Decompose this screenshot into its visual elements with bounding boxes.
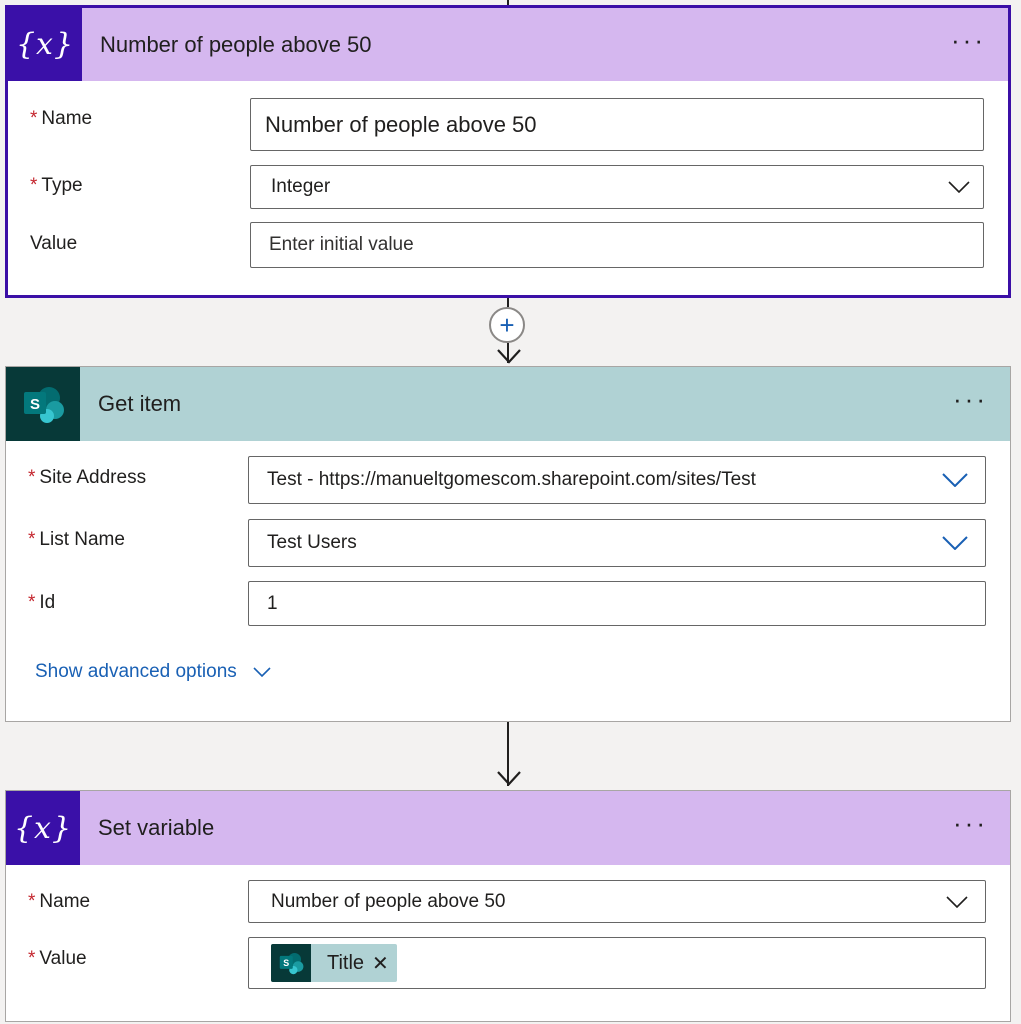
name-dropdown-value: Number of people above 50 bbox=[271, 890, 506, 912]
label-text: Value bbox=[39, 948, 87, 969]
svg-text:S: S bbox=[30, 396, 40, 413]
remove-token-icon[interactable]: ✕ bbox=[372, 951, 397, 976]
label-text: Type bbox=[41, 175, 83, 196]
value-label: Value bbox=[30, 233, 78, 254]
id-value: 1 bbox=[267, 592, 278, 614]
card-header[interactable]: S Get item ··· bbox=[6, 367, 1010, 441]
get-item-card[interactable]: S Get item ··· * Site Address Test - http… bbox=[5, 366, 1011, 722]
svg-text:S: S bbox=[283, 958, 289, 968]
sharepoint-icon: S bbox=[6, 367, 80, 441]
value-input[interactable]: S Title ✕ bbox=[248, 937, 986, 989]
set-variable-card[interactable]: {x} Set variable ··· * Name Number of peo… bbox=[5, 790, 1011, 1022]
connector-line bbox=[507, 298, 509, 307]
site-address-label: * Site Address bbox=[28, 467, 146, 489]
site-address-dropdown[interactable]: Test - https://manueltgomescom.sharepoin… bbox=[248, 456, 986, 504]
name-label: * Name bbox=[30, 108, 92, 130]
label-text: Name bbox=[41, 108, 93, 129]
name-label: * Name bbox=[28, 891, 90, 913]
card-title[interactable]: Number of people above 50 bbox=[100, 32, 951, 58]
chevron-down-icon[interactable] bbox=[925, 473, 985, 487]
more-options-icon[interactable]: ··· bbox=[951, 27, 986, 63]
label-text: Site Address bbox=[39, 467, 147, 488]
name-input-value: Number of people above 50 bbox=[265, 111, 537, 137]
required-marker: * bbox=[28, 948, 36, 969]
id-input[interactable]: 1 bbox=[248, 581, 986, 626]
name-dropdown[interactable]: Number of people above 50 bbox=[248, 880, 986, 923]
variable-icon: {x} bbox=[6, 791, 80, 865]
initialize-variable-card[interactable]: {x} Number of people above 50 ··· * Name … bbox=[5, 5, 1011, 298]
chevron-down-icon[interactable] bbox=[929, 895, 985, 908]
card-title[interactable]: Get item bbox=[98, 391, 953, 417]
required-marker: * bbox=[30, 175, 38, 196]
show-advanced-options-link[interactable]: Show advanced options bbox=[35, 661, 271, 683]
list-name-label: * List Name bbox=[28, 529, 125, 551]
sharepoint-icon: S bbox=[271, 944, 311, 982]
variable-glyph: {x} bbox=[15, 27, 75, 62]
chevron-down-icon bbox=[253, 667, 271, 677]
initial-value-placeholder: Enter initial value bbox=[269, 234, 414, 255]
list-name-dropdown[interactable]: Test Users bbox=[248, 519, 986, 567]
initial-value-input[interactable]: Enter initial value bbox=[250, 222, 984, 268]
label-text: List Name bbox=[39, 529, 125, 550]
chevron-down-icon[interactable] bbox=[935, 181, 983, 193]
value-label: * Value bbox=[28, 948, 87, 970]
site-address-value: Test - https://manueltgomescom.sharepoin… bbox=[267, 469, 756, 490]
name-input[interactable]: Number of people above 50 bbox=[250, 98, 984, 151]
arrow-down-icon bbox=[497, 349, 521, 364]
type-dropdown[interactable]: Integer bbox=[250, 165, 984, 209]
id-label: * Id bbox=[28, 592, 55, 614]
list-name-value: Test Users bbox=[267, 532, 357, 553]
more-options-icon[interactable]: ··· bbox=[953, 810, 988, 846]
more-options-icon[interactable]: ··· bbox=[953, 386, 988, 422]
card-header[interactable]: {x} Number of people above 50 ··· bbox=[8, 8, 1008, 81]
insert-step-button[interactable]: + bbox=[489, 307, 525, 343]
type-dropdown-value: Integer bbox=[271, 176, 331, 197]
required-marker: * bbox=[28, 467, 36, 488]
card-title[interactable]: Set variable bbox=[98, 815, 953, 841]
required-marker: * bbox=[30, 108, 38, 129]
required-marker: * bbox=[28, 529, 36, 550]
token-label: Title bbox=[327, 951, 365, 974]
variable-glyph: {x} bbox=[13, 810, 73, 846]
dynamic-content-token[interactable]: S Title ✕ bbox=[271, 944, 397, 982]
type-label: * Type bbox=[30, 175, 83, 197]
card-header[interactable]: {x} Set variable ··· bbox=[6, 791, 1010, 865]
variable-icon: {x} bbox=[8, 8, 82, 81]
required-marker: * bbox=[28, 891, 36, 912]
label-text: Name bbox=[39, 891, 91, 912]
chevron-down-icon[interactable] bbox=[925, 536, 985, 550]
link-text: Show advanced options bbox=[35, 661, 237, 682]
arrow-down-icon bbox=[497, 771, 521, 786]
label-text: Id bbox=[39, 592, 56, 613]
required-marker: * bbox=[28, 592, 36, 613]
